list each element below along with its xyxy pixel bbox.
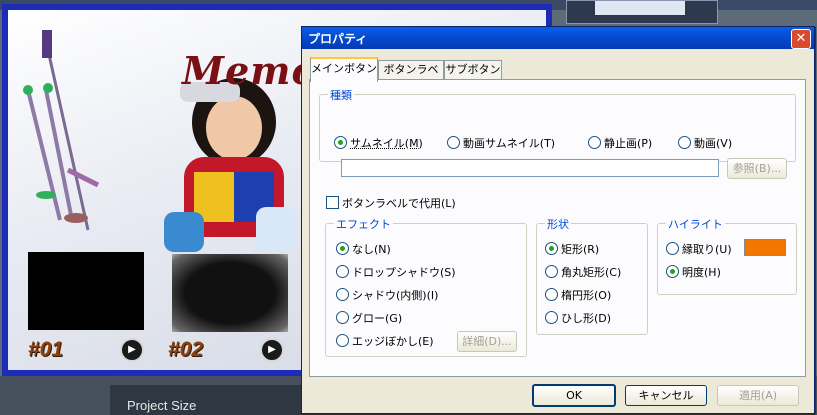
radio-effect-glow[interactable]: グロー(G) <box>336 311 402 325</box>
tab-main-button[interactable]: メインボタン <box>310 57 378 82</box>
apply-button[interactable]: 適用(A) <box>717 385 799 406</box>
dialog-titlebar[interactable]: プロパティ ✕ <box>302 27 814 49</box>
play-icon[interactable]: ▶ <box>260 338 284 362</box>
close-icon[interactable]: ✕ <box>791 29 811 49</box>
radio-selected-icon <box>334 136 347 149</box>
thumbnail-label-01: #01 <box>28 338 64 361</box>
radio-label: 明度(H) <box>682 266 721 279</box>
radio-effect-inner-shadow[interactable]: シャドウ(内側)(I) <box>336 288 438 302</box>
radio-still-image[interactable]: 静止画(P) <box>588 136 652 150</box>
detail-button[interactable]: 詳細(D)... <box>457 331 517 352</box>
radio-label: エッジぼかし(E) <box>352 335 434 348</box>
type-group-title: 種類 <box>328 87 354 103</box>
checkbox-icon <box>326 196 339 209</box>
highlight-group: ハイライト <box>657 216 797 295</box>
background-thumbnail[interactable] <box>566 0 718 24</box>
radio-icon <box>678 136 691 149</box>
radio-label: ひし形(D) <box>561 312 612 325</box>
radio-highlight-outline[interactable]: 縁取り(U) <box>666 242 732 256</box>
radio-icon <box>336 311 349 324</box>
radio-video-thumbnail[interactable]: 動画サムネイル(T) <box>447 136 555 150</box>
radio-label: 楕円形(O) <box>561 289 612 302</box>
radio-label: 角丸矩形(C) <box>561 266 622 279</box>
highlight-group-title: ハイライト <box>666 216 725 232</box>
radio-selected-icon <box>336 242 349 255</box>
property-dialog: プロパティ ✕ メインボタン ボタンラベル サブボタン 種類 サムネイル(M) … <box>301 26 815 414</box>
use-label-checkbox[interactable]: ボタンラベルで代用(L) <box>326 196 456 210</box>
dialog-title: プロパティ <box>308 32 368 46</box>
radio-label: サムネイル(M) <box>350 137 423 150</box>
background-thumbnail-image <box>595 1 685 15</box>
radio-label: 動画サムネイル(T) <box>463 137 556 150</box>
radio-effect-none[interactable]: なし(N) <box>336 242 391 256</box>
radio-highlight-brightness[interactable]: 明度(H) <box>666 265 721 279</box>
effect-group-title: エフェクト <box>334 216 393 232</box>
checkbox-label: ボタンラベルで代用(L) <box>342 197 456 210</box>
radio-icon <box>666 242 679 255</box>
shape-group-title: 形状 <box>545 216 571 232</box>
browse-button[interactable]: 参照(B)... <box>727 158 787 179</box>
radio-thumbnail[interactable]: サムネイル(M) <box>334 136 423 150</box>
radio-icon <box>336 334 349 347</box>
radio-label: なし(N) <box>352 243 391 256</box>
radio-label: シャドウ(内側)(I) <box>352 289 439 302</box>
radio-icon <box>336 288 349 301</box>
radio-label: グロー(G) <box>352 312 403 325</box>
radio-icon <box>545 265 558 278</box>
radio-label: 静止画(P) <box>604 137 653 150</box>
radio-selected-icon <box>545 242 558 255</box>
radio-icon <box>588 136 601 149</box>
memo-title-text: Memo <box>182 48 318 93</box>
radio-video[interactable]: 動画(V) <box>678 136 732 150</box>
radio-icon <box>545 311 558 324</box>
thumbnail-label-02: #02 <box>168 338 204 361</box>
radio-icon <box>447 136 460 149</box>
radio-label: 矩形(R) <box>561 243 600 256</box>
cancel-button[interactable]: キャンセル <box>625 385 707 406</box>
file-path-input[interactable] <box>341 159 719 177</box>
tab-sub-button[interactable]: サブボタン <box>444 60 502 80</box>
radio-label: ドロップシャドウ(S) <box>352 266 456 279</box>
thumbnail-button-01[interactable] <box>28 252 144 330</box>
radio-icon <box>336 265 349 278</box>
radio-shape-diamond[interactable]: ひし形(D) <box>545 311 611 325</box>
radio-icon <box>545 288 558 301</box>
radio-shape-ellipse[interactable]: 楕円形(O) <box>545 288 611 302</box>
radio-shape-rectangle[interactable]: 矩形(R) <box>545 242 599 256</box>
radio-label: 縁取り(U) <box>682 243 732 256</box>
tab-button-label[interactable]: ボタンラベル <box>378 60 444 94</box>
thumbnail-button-02[interactable] <box>172 254 288 332</box>
radio-effect-drop-shadow[interactable]: ドロップシャドウ(S) <box>336 265 456 279</box>
radio-shape-rounded-rectangle[interactable]: 角丸矩形(C) <box>545 265 621 279</box>
play-icon[interactable]: ▶ <box>120 338 144 362</box>
radio-effect-edge-blur[interactable]: エッジぼかし(E) <box>336 334 434 348</box>
type-group: 種類 <box>319 87 796 162</box>
project-size-label: Project Size <box>127 398 197 413</box>
ok-button[interactable]: OK <box>532 384 616 407</box>
radio-label: 動画(V) <box>694 137 733 150</box>
tab-page-main-button: 種類 サムネイル(M) 動画サムネイル(T) 静止画(P) 動画(V) 参照(B… <box>309 79 806 377</box>
radio-selected-icon <box>666 265 679 278</box>
highlight-color-swatch[interactable] <box>744 239 786 256</box>
